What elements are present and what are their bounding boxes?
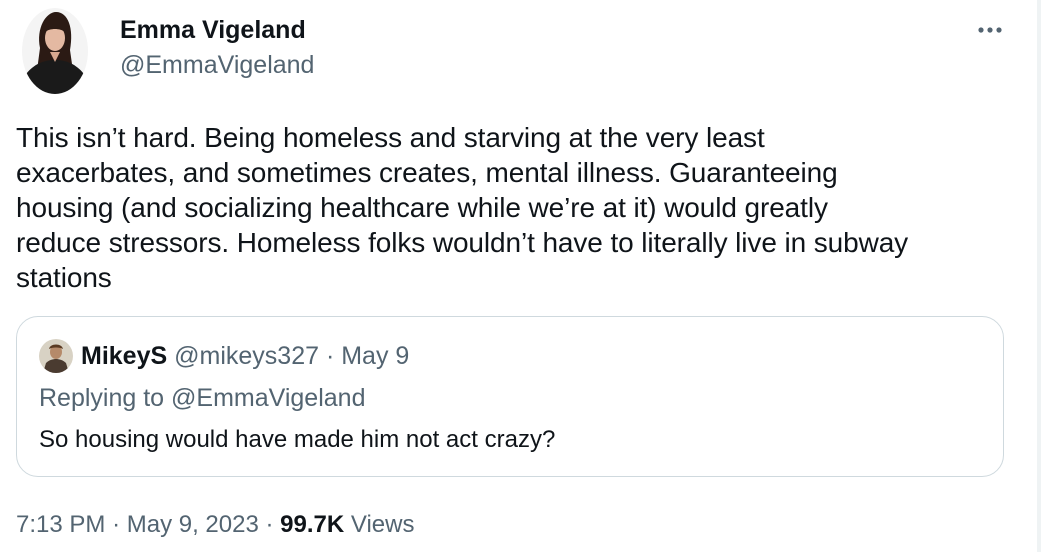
views-count[interactable]: 99.7K	[280, 511, 344, 538]
quoted-date[interactable]: May 9	[341, 342, 409, 370]
tweet-text: This isn’t hard. Being homeless and star…	[16, 122, 909, 293]
more-options-icon	[978, 27, 1002, 33]
author-avatar[interactable]	[22, 8, 88, 94]
quoted-separator: ·	[325, 342, 335, 370]
quoted-author-avatar[interactable]	[39, 339, 73, 373]
divider	[1037, 0, 1041, 552]
tweet-meta: 7:13 PM · May 9, 2023 · 99.7K Views	[16, 508, 414, 542]
quoted-replying-to: Replying to @EmmaVigeland	[39, 384, 366, 412]
profile-photo-icon	[39, 339, 73, 373]
more-options-button[interactable]	[972, 20, 1008, 40]
profile-photo-icon	[22, 8, 88, 94]
meta-separator: ·	[112, 511, 121, 538]
views-label: Views	[350, 511, 415, 538]
quoted-header: MikeyS @mikeys327 · May 9	[81, 339, 409, 373]
tweet-time[interactable]: 7:13 PM	[16, 511, 105, 538]
tweet: Emma Vigeland @EmmaVigeland This isn’t h…	[0, 0, 1041, 552]
author-display-name[interactable]: Emma Vigeland	[120, 14, 314, 46]
quoted-author-name[interactable]: MikeyS	[81, 342, 167, 370]
author-info: Emma Vigeland @EmmaVigeland	[120, 14, 314, 82]
quoted-text: So housing would have made him not act c…	[39, 426, 556, 453]
tweet-date[interactable]: May 9, 2023	[127, 511, 259, 538]
author-handle[interactable]: @EmmaVigeland	[120, 48, 314, 82]
quoted-author-handle[interactable]: @mikeys327	[174, 342, 319, 370]
meta-separator: ·	[265, 511, 274, 538]
quoted-tweet[interactable]: MikeyS @mikeys327 · May 9 Replying to @E…	[16, 316, 1004, 477]
